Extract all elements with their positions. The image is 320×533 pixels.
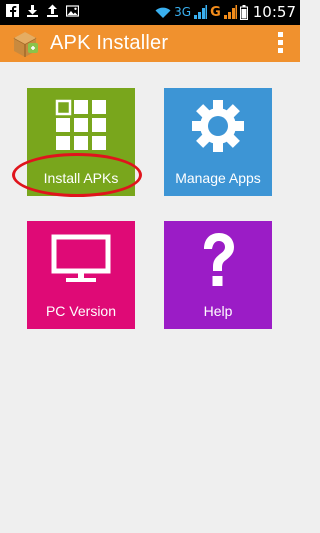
- image-notification-icon: [66, 5, 79, 17]
- clock: 10:57: [252, 3, 296, 21]
- network-type-label: 3G: [174, 5, 192, 19]
- overflow-menu-icon[interactable]: [278, 32, 284, 54]
- app-bar: APK Installer: [0, 25, 300, 62]
- help-tile[interactable]: Help: [164, 221, 272, 329]
- signal-strength-2-icon: [223, 5, 237, 19]
- install-apks-tile[interactable]: Install APKs: [27, 88, 135, 196]
- manage-apps-label: Manage Apps: [175, 170, 261, 186]
- apk-installer-logo-icon: [13, 32, 38, 57]
- question-mark-icon: [164, 231, 272, 293]
- notification-icons: [6, 4, 79, 17]
- grid-icon: [27, 98, 135, 160]
- facebook-icon: [6, 4, 19, 17]
- signal-strength-icon: [194, 5, 208, 19]
- wifi-icon: [155, 7, 171, 18]
- monitor-icon: [27, 231, 135, 293]
- pc-version-label: PC Version: [45, 303, 117, 319]
- gear-icon: [164, 98, 272, 160]
- carrier-type-label: G: [210, 4, 221, 20]
- app-title: APK Installer: [50, 32, 169, 54]
- status-bar: 3G G 10:57: [0, 0, 300, 25]
- manage-apps-tile[interactable]: Manage Apps: [164, 88, 272, 196]
- battery-icon: [239, 4, 248, 20]
- system-indicators: 3G G 10:57: [155, 3, 296, 21]
- help-label: Help: [203, 303, 233, 319]
- install-apks-label: Install APKs: [43, 170, 119, 186]
- upload-icon: [47, 4, 58, 17]
- download-icon: [27, 5, 38, 17]
- pc-version-tile[interactable]: PC Version: [27, 221, 135, 329]
